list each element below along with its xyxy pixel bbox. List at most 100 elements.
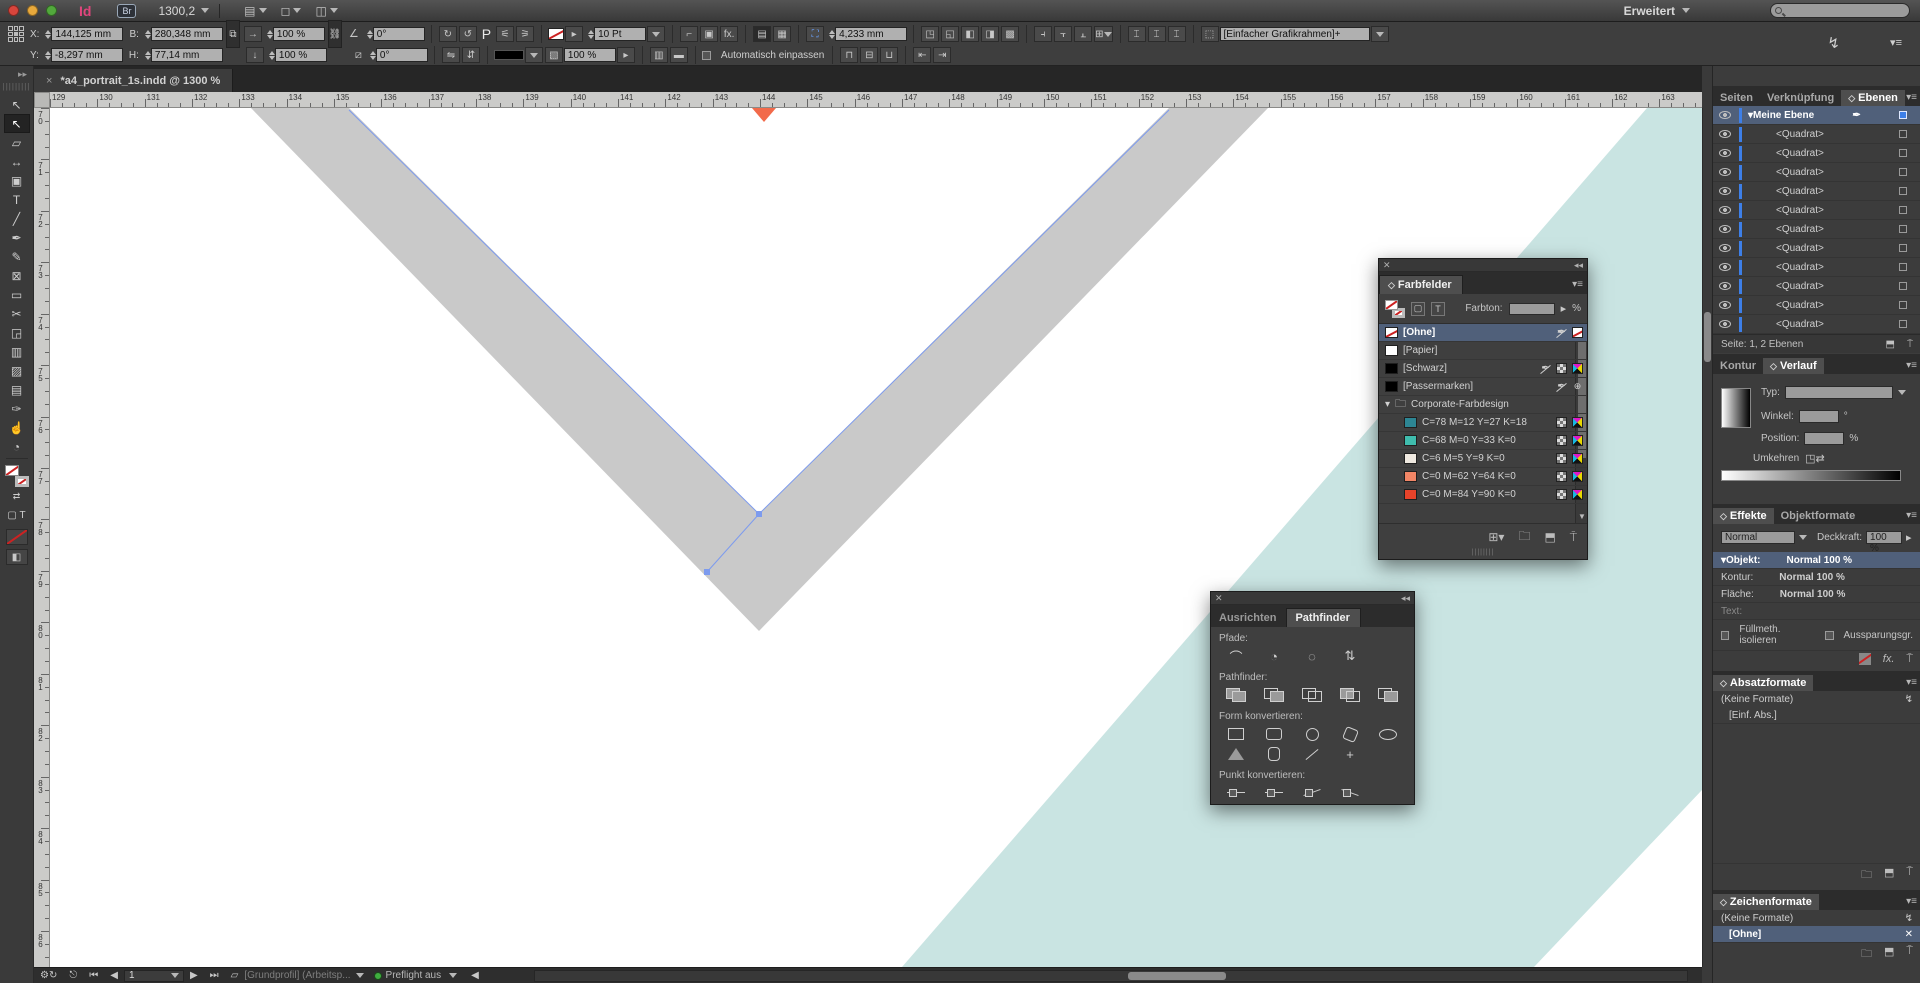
isolate-blending-checkbox[interactable]: [1721, 631, 1729, 640]
next-page-icon[interactable]: ▶: [190, 970, 198, 981]
tint-flyout-icon[interactable]: ▸: [1561, 302, 1567, 315]
layer-sub-item[interactable]: <Quadrat>: [1713, 201, 1920, 220]
tab-absatzformate[interactable]: ◇Absatzformate: [1713, 675, 1813, 691]
gradient-angle-field[interactable]: [1799, 410, 1839, 423]
convert-beveled-rectangle-icon[interactable]: [1331, 724, 1369, 744]
swatch-row[interactable]: ▾🗀Corporate-Farbdesign: [1379, 396, 1587, 414]
constrain-dimensions-chain-icon[interactable]: ⧉: [226, 20, 240, 48]
collapse-panel-icon[interactable]: ▸▸: [18, 69, 27, 80]
y-field[interactable]: [51, 48, 123, 62]
close-path-icon[interactable]: ◌: [1293, 646, 1331, 666]
new-swatch-icon[interactable]: ⬒: [1544, 530, 1555, 544]
gradient-tool[interactable]: ▥: [4, 342, 30, 361]
gradient-ramp[interactable]: [1721, 470, 1901, 481]
gradient-position-field[interactable]: [1804, 432, 1844, 445]
scissors-tool[interactable]: ✂: [4, 304, 30, 323]
layer-sub-item[interactable]: <Quadrat>: [1713, 163, 1920, 182]
fill-stroke-proxy[interactable]: [5, 465, 29, 487]
vertical-ruler[interactable]: 7071727374757677787980818283848586: [34, 108, 50, 967]
formatting-affects-container-toggle[interactable]: ▢: [1411, 302, 1425, 316]
tab-zeichenformate[interactable]: ◇Zeichenformate: [1713, 894, 1819, 910]
swatch-row[interactable]: [Papier]: [1379, 342, 1587, 360]
height-field[interactable]: [151, 48, 223, 62]
autofit-checkbox[interactable]: [702, 51, 711, 60]
window-zoom-button[interactable]: [46, 5, 57, 16]
page-number-dropdown[interactable]: 1: [124, 970, 184, 982]
selection-square[interactable]: [1899, 263, 1907, 271]
trash-icon[interactable]: ⍑: [1906, 866, 1913, 885]
stroke-color-flyout[interactable]: ▸: [565, 26, 583, 42]
distribute-bottom-button[interactable]: ⌶: [1168, 26, 1186, 42]
quick-apply-lightning-icon[interactable]: ↯: [1905, 694, 1913, 705]
convert-line-icon[interactable]: [1293, 744, 1331, 764]
window-close-button[interactable]: [8, 5, 19, 16]
preview-update-icon[interactable]: ⚙↻: [40, 970, 57, 981]
rotate-90-ccw-button[interactable]: ↺: [459, 26, 477, 42]
layer-sub-item[interactable]: <Quadrat>: [1713, 315, 1920, 334]
visibility-eye-icon[interactable]: [1719, 168, 1731, 176]
clear-effects-icon[interactable]: [1859, 653, 1871, 665]
swatch-row[interactable]: C=0 M=84 Y=90 K=0: [1379, 486, 1587, 504]
align-right-button[interactable]: ⫠: [1074, 26, 1092, 42]
selection-square[interactable]: [1899, 130, 1907, 138]
wrap-jump-button[interactable]: ▥: [650, 47, 668, 63]
tab-close-icon[interactable]: ×: [46, 75, 52, 87]
quick-apply-lightning-icon[interactable]: ↯: [1827, 34, 1840, 52]
tab-effekte[interactable]: ◇Effekte: [1713, 508, 1774, 524]
convert-cross-icon[interactable]: +: [1331, 744, 1369, 764]
add-icon[interactable]: [1217, 685, 1255, 705]
anchor-point-handle[interactable]: [704, 569, 710, 575]
convert-rectangle-icon[interactable]: [1217, 724, 1255, 744]
space-v-button[interactable]: ⇥: [933, 47, 951, 63]
opacity-field[interactable]: [564, 48, 616, 62]
panel-menu-icon[interactable]: ▾≡: [1906, 896, 1917, 910]
layer-sub-item[interactable]: <Quadrat>: [1713, 182, 1920, 201]
fit-frame-to-content-button[interactable]: ◧: [961, 26, 979, 42]
style-group-folder-icon[interactable]: 🗀: [1861, 945, 1872, 964]
effects-opacity-field[interactable]: 100 %: [1866, 531, 1902, 544]
zoom-tool[interactable]: ◔: [4, 437, 30, 456]
line-tool[interactable]: ╱: [4, 209, 30, 228]
disclosure-triangle-icon[interactable]: ▾: [1385, 399, 1390, 410]
opacity-flyout[interactable]: ▸: [617, 47, 635, 63]
convert-polygon-icon[interactable]: [1255, 744, 1293, 764]
eyedropper-tool[interactable]: ✑: [4, 399, 30, 418]
scale-x-field[interactable]: [273, 27, 325, 41]
selection-tool[interactable]: ↖: [4, 95, 30, 114]
close-icon[interactable]: ✕: [1383, 260, 1391, 271]
corner-point-icon[interactable]: [1255, 783, 1293, 803]
tab-farbfelder[interactable]: ◇Farbfelder: [1379, 275, 1463, 294]
swatch-views-icon[interactable]: ⊞▾: [1488, 530, 1504, 544]
rotation-field[interactable]: [373, 27, 425, 41]
wrap-jump-to-next-button[interactable]: ▬: [670, 47, 688, 63]
orange-triangle-object[interactable]: [752, 108, 776, 122]
align-middle-button[interactable]: ⊟: [860, 47, 878, 63]
align-bottom-button[interactable]: ⊔: [880, 47, 898, 63]
intersect-icon[interactable]: [1293, 685, 1331, 705]
canvas-horizontal-scrollbar[interactable]: [534, 970, 1688, 982]
fill-frame-proportionally-button[interactable]: ◳: [921, 26, 939, 42]
fill-proxy-swatch[interactable]: [5, 465, 19, 476]
swap-fill-stroke-icon[interactable]: ⇄: [4, 487, 30, 506]
flip-vertical-button[interactable]: ⇵: [462, 47, 480, 63]
symmetrical-point-icon[interactable]: [1331, 783, 1369, 803]
swatch-row[interactable]: C=78 M=12 Y=27 K=18: [1379, 414, 1587, 432]
content-collector-tool[interactable]: ▣: [4, 171, 30, 190]
space-h-button[interactable]: ⇤: [913, 47, 931, 63]
direct-selection-tool[interactable]: ↖: [4, 114, 30, 133]
reverse-gradient-icon[interactable]: ◳⇄: [1805, 452, 1825, 465]
scroll-down-icon[interactable]: ▼: [1578, 512, 1586, 521]
visibility-eye-icon[interactable]: [1719, 206, 1731, 214]
layer-row[interactable]: ▾ Meine Ebene✒: [1713, 106, 1920, 125]
type-tool[interactable]: T: [4, 190, 30, 209]
selection-square[interactable]: [1899, 301, 1907, 309]
object-style-dropdown[interactable]: [1220, 27, 1370, 41]
scrollbar-thumb[interactable]: [1128, 972, 1226, 980]
constrain-scale-chain-icon[interactable]: ⛓: [328, 20, 342, 48]
blend-mode-dropdown[interactable]: Normal: [1721, 531, 1795, 544]
quick-apply-lightning-icon[interactable]: ↯: [1905, 913, 1913, 924]
trash-icon[interactable]: ⍑: [1906, 945, 1913, 964]
effects-row[interactable]: Fläche:Normal 100 %: [1713, 586, 1920, 603]
convert-circle-icon[interactable]: [1293, 724, 1331, 744]
arrange-documents-button[interactable]: ◫: [315, 4, 337, 18]
